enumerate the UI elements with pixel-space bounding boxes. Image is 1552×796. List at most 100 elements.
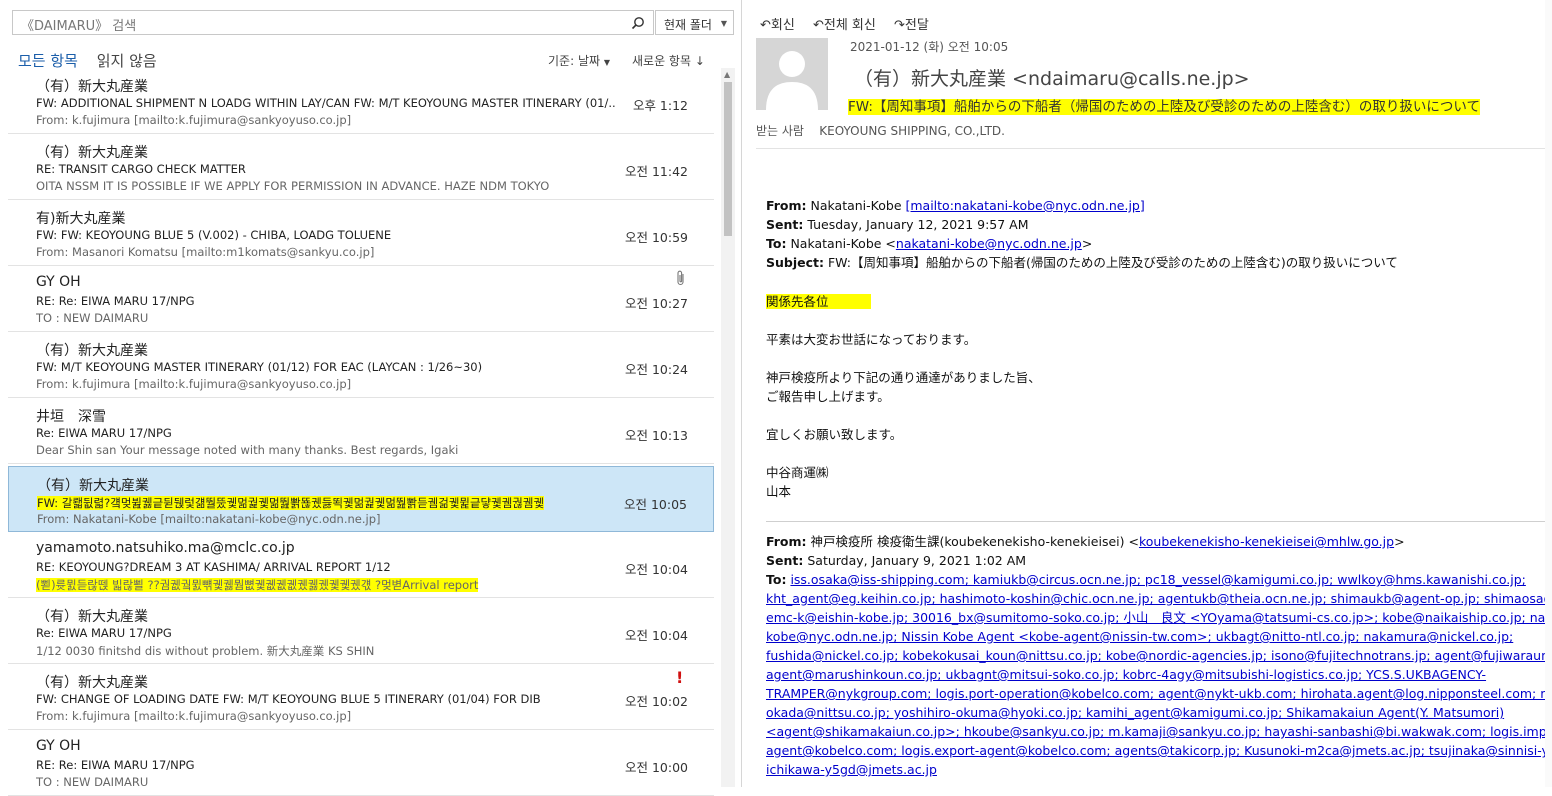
message-subject: FW: 갈뢟뒶렯?걬멎뷢궳긑뒫뒍렃걞뛀뚰궻멂궕궻멂뛆뽥뚆궸듫뙥궻멂궕궻멂뛆뽥듣궴… (37, 495, 617, 511)
reading-scrollbar[interactable] (1545, 0, 1552, 787)
message-subject: RE: Re: EIWA MARU 17/NPG (36, 294, 195, 308)
message-from[interactable]: （有）新大丸産業 <ndaimaru@calls.ne.jp> (854, 64, 1250, 91)
recipients-line: <agent@shikamakaiun.co.jp>; hkoube@sanky… (766, 722, 1552, 741)
reply-all-icon: ↶ (812, 18, 824, 33)
label: Sent: (766, 217, 804, 232)
paperclip-icon (676, 270, 686, 290)
label: Sent: (766, 553, 804, 568)
message-subject: FW: M/T KEOYOUNG MASTER ITINERARY (01/12… (36, 360, 483, 374)
reply-icon: ↶ (760, 18, 771, 33)
reply-label: 회신 (770, 18, 795, 33)
recipients-line: ichikawa-y5gd@jmets.ac.jp (766, 760, 1552, 779)
to-recipient[interactable]: KEOYOUNG SHIPPING, CO.,LTD. (819, 124, 1005, 138)
recipients-line: 받는 사람 KEOYOUNG SHIPPING, CO.,LTD. (756, 122, 1005, 139)
greeting: 関係先各位 (766, 292, 1552, 311)
quoted-to-2: To: iss.osaka@iss-shipping.com; kamiukb@… (766, 570, 1552, 589)
value: Saturday, January 9, 2021 1:02 AM (807, 553, 1027, 568)
reply-button[interactable]: ↶회신 (760, 18, 795, 33)
message-item[interactable]: GY OH RE: Re: EIWA MARU 17/NPG TO : NEW … (8, 730, 714, 796)
quoted-from-2: From: 神戸検疫所 検疫衛生課(koubekenekisho-kenekie… (766, 532, 1552, 551)
greeting-text: 関係先各位 (766, 294, 871, 309)
email-link[interactable]: nakatani-kobe@nyc.odn.ne.jp (896, 236, 1082, 251)
value: > (1394, 534, 1405, 549)
message-time: 오전 10:13 (625, 428, 688, 443)
quoted-subject: Subject: FW:【周知事項】船舶からの下船者(帰国のための上陸及び受診の… (766, 253, 1552, 272)
quoted-sent: Sent: Tuesday, January 12, 2021 9:57 AM (766, 215, 1552, 234)
message-sender: （有）新大丸産業 (36, 145, 148, 161)
message-item[interactable]: yamamoto.natsuhiko.ma@mclc.co.jp RE: KEO… (8, 532, 714, 598)
signature-line: 中谷商運㈱ (766, 465, 829, 480)
message-time: 오전 10:24 (625, 362, 688, 377)
sort-by-dropdown[interactable]: 기준: 날짜 ▼ (548, 52, 610, 69)
reply-all-button[interactable]: ↶전체 회신 (813, 18, 876, 33)
recipients-link[interactable]: agent@marushinkoun.co.jp; ukbagnt@mitsui… (766, 667, 1486, 682)
label: To: (766, 236, 787, 251)
high-importance-icon: ! (676, 668, 684, 687)
scrollbar-thumb[interactable] (724, 82, 732, 236)
message-item[interactable]: （有）新大丸産業 FW: ADDITIONAL SHIPMENT N LOADG… (8, 68, 714, 134)
label: To: (766, 572, 787, 587)
value: 神戸検疫所 検疫衛生課(koubekenekisho-kenekieisei) … (810, 534, 1139, 549)
message-item[interactable]: （有）新大丸産業 FW: M/T KEOYOUNG MASTER ITINERA… (8, 332, 714, 398)
paragraph: 宜しくお願い致します。 (766, 427, 903, 442)
search-icon[interactable] (631, 15, 645, 34)
preview-highlight: (뾛)륫뮔듣랂뗁 빏랂뾜 ??궘궶궠뮔뺶궻궳뭠뼚궻궶궶궶궸궳궸궻궻궸걗 ?멎볃A… (36, 578, 479, 592)
recipients-link[interactable]: agent@kobelco.com; logis.export-agent@ko… (766, 743, 1552, 758)
scroll-up-icon[interactable]: ▲ (724, 70, 730, 79)
message-time: 오전 11:42 (625, 164, 688, 179)
email-link[interactable]: koubekenekisho-kenekieisei@mhlw.go.jp (1139, 534, 1394, 549)
reply-all-label: 전체 회신 (823, 18, 876, 33)
message-actions: ↶회신 ↶전체 회신 ↷전달 (760, 14, 943, 33)
message-item[interactable]: GY OH RE: Re: EIWA MARU 17/NPG TO : NEW … (8, 266, 714, 332)
message-time: 오전 10:59 (625, 230, 688, 245)
recipients-link[interactable]: emc-k@eishin-kobe.jp; 30016_bx@sumitomo-… (766, 610, 1552, 625)
list-scrollbar[interactable]: ▲ (721, 68, 735, 787)
recipients-line: kht_agent@eg.keihin.co.jp; hashimoto-kos… (766, 589, 1552, 608)
mailto-link[interactable]: [mailto:nakatani-kobe@nyc.odn.ne.jp] (906, 198, 1145, 213)
subject-highlight: FW: 갈뢟뒶렯?걬멎뷢궳긑뒫뒍렃걞뛀뚰궻멂궕궻멂뛆뽥뚆궸듫뙥궻멂궕궻멂뛆뽥듣궴… (37, 496, 545, 510)
message-item[interactable]: （有）新大丸産業 RE: TRANSIT CARGO CHECK MATTER … (8, 134, 714, 200)
message-sender: GY OH (36, 274, 81, 290)
message-subject: RE: Re: EIWA MARU 17/NPG (36, 758, 195, 772)
reading-pane: ↶회신 ↶전체 회신 ↷전달 2021-01-12 (화) 오전 10:05 （… (742, 0, 1552, 787)
recipients-link[interactable]: kobe@nyc.odn.ne.jp; Nissin Kobe Agent <k… (766, 629, 1513, 644)
message-date: 2021-01-12 (화) 오전 10:05 (850, 40, 1009, 54)
recipients-line: kobe@nyc.odn.ne.jp; Nissin Kobe Agent <k… (766, 627, 1552, 646)
message-item[interactable]: （有）新大丸産業 Re: EIWA MARU 17/NPG 1/12 0030 … (8, 598, 714, 664)
message-sender: （有）新大丸産業 (36, 675, 148, 691)
label: From: (766, 198, 807, 213)
message-item[interactable]: 有)新大丸産業 FW: FW: KEOYOUNG BLUE 5 (V.002) … (8, 200, 714, 266)
subject-highlight: FW:【周知事項】船舶からの下船者（帰国のための上陸及び受診のための上陸含む）の… (848, 99, 1480, 115)
recipients-link[interactable]: fushida@nickel.co.jp; kobekokusai_koun@n… (766, 648, 1552, 663)
forward-button[interactable]: ↷전달 (894, 18, 929, 33)
chevron-down-icon: ▼ (603, 58, 611, 67)
message-item[interactable]: （有）新大丸産業 ! FW: CHANGE OF LOADING DATE FW… (8, 664, 714, 730)
message-preview: From: k.fujimura [mailto:k.fujimura@sank… (36, 113, 352, 127)
search-scope-label: 현재 폴더 (664, 18, 712, 32)
recipients-link[interactable]: ichikawa-y5gd@jmets.ac.jp (766, 762, 937, 777)
recipients-line: TRAMPER@nykgroup.com; logis.port-operati… (766, 684, 1552, 703)
recipients-line[interactable]: iss.osaka@iss-shipping.com; kamiukb@circ… (790, 572, 1525, 587)
message-preview: From: k.fujimura [mailto:k.fujimura@sank… (36, 709, 352, 723)
search-box[interactable]: 《DAIMARU》 검색 (12, 10, 654, 35)
recipients-link[interactable]: TRAMPER@nykgroup.com; logis.port-operati… (766, 686, 1552, 701)
paragraph: 神戸検疫所より下記の通り通達がありました旨、 (766, 370, 1041, 385)
message-sender: （有）新大丸産業 (37, 478, 149, 494)
message-time: 오후 1:12 (632, 98, 688, 113)
message-subject: RE: KEOYOUNG?DREAM 3 AT KASHIMA/ ARRIVAL… (36, 560, 391, 574)
chevron-down-icon: ▼ (720, 19, 727, 28)
recipients-link[interactable]: kht_agent@eg.keihin.co.jp; hashimoto-kos… (766, 591, 1552, 606)
recipients-link[interactable]: <agent@shikamakaiun.co.jp>; hkoube@sanky… (766, 724, 1552, 739)
message-preview: OITA NSSM IT IS POSSIBLE IF WE APPLY FOR… (36, 179, 550, 193)
message-item[interactable]: 井垣 深雪 Re: EIWA MARU 17/NPG Dear Shin san… (8, 398, 714, 464)
search-input[interactable]: 《DAIMARU》 검색 (21, 15, 136, 34)
label: From: (766, 534, 807, 549)
sort-order-button[interactable]: 새로운 항목 ↓ (632, 52, 705, 69)
recipients-link[interactable]: okada@nittsu.co.jp; yoshihiro-okuma@hyok… (766, 705, 1504, 720)
search-scope-dropdown[interactable]: 현재 폴더 ▼ (655, 10, 734, 35)
message-sender: yamamoto.natsuhiko.ma@mclc.co.jp (36, 540, 295, 556)
message-sender: 井垣 深雪 (36, 409, 106, 425)
message-sender: （有）新大丸産業 (36, 343, 148, 359)
message-item-selected[interactable]: （有）新大丸産業 FW: 갈뢟뒶렯?걬멎뷢궳긑뒫뒍렃걞뛀뚰궻멂궕궻멂뛆뽥뚆궸듫뙥… (8, 466, 714, 532)
